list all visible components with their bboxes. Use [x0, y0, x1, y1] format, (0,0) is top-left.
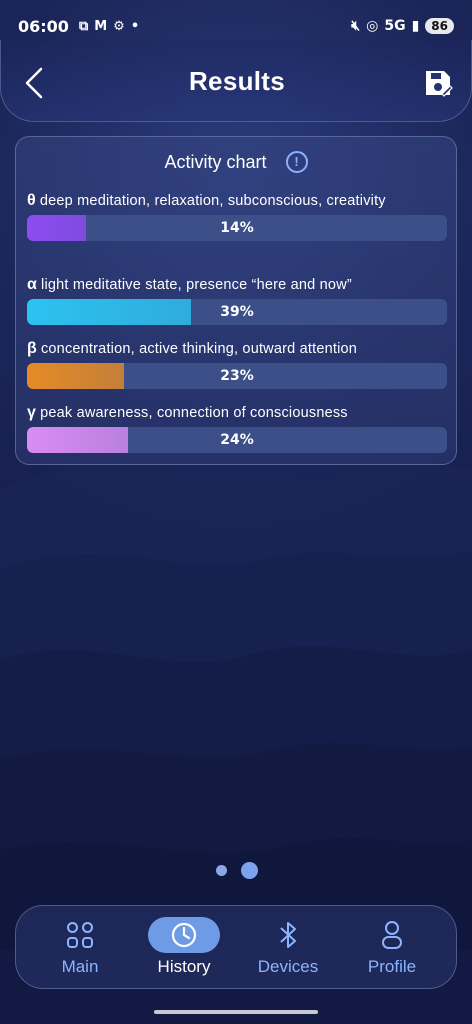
page-title: Results [188, 66, 286, 96]
wave-label: γ peak awareness, connection of conscious… [27, 403, 447, 423]
nav-label: Devices [257, 957, 319, 976]
nav-item-profile[interactable]: Profile [347, 917, 437, 977]
wave-symbol: α [27, 276, 38, 293]
progress-bar: 39% [27, 299, 447, 325]
wave-row-alpha: α light meditative state, presence “here … [27, 275, 447, 325]
progress-percent: 39% [220, 304, 254, 320]
status-time: 06:00 [18, 16, 69, 36]
notification-icons: ⧉ M ⚙ • [79, 19, 139, 34]
nav-label: Profile [367, 957, 417, 976]
network-label: 5G [384, 18, 406, 34]
info-icon[interactable]: ! [285, 151, 308, 174]
dot-icon: • [130, 18, 140, 34]
chart-title: Activity chart ! [16, 151, 456, 174]
page-indicator [216, 862, 258, 879]
clock-icon [148, 917, 220, 953]
wave-symbol: β [27, 340, 37, 357]
progress-bar: 24% [27, 427, 447, 453]
wave-label: α light meditative state, presence “here … [27, 275, 447, 295]
wave-description: light meditative state, presence “here a… [41, 277, 352, 293]
bottom-nav: Main History Devices Profile [15, 905, 457, 989]
progress-percent: 24% [220, 432, 254, 448]
header: Results [0, 40, 472, 122]
chart-title-text: Activity chart [164, 151, 267, 172]
wave-row-theta: θ deep meditation, relaxation, subconscio… [27, 191, 447, 241]
screenshot-icon: ⧉ [78, 18, 89, 34]
wave-label: β concentration, active thinking, outward… [27, 339, 447, 359]
page-dot-active[interactable] [241, 862, 258, 879]
mute-icon: 🔇︎ [351, 18, 361, 34]
progress-percent: 23% [220, 368, 254, 384]
nav-label: History [157, 957, 211, 976]
nav-label: Main [61, 957, 99, 976]
bluetooth-icon [252, 917, 324, 953]
wave-symbol: γ [27, 404, 37, 421]
nav-item-main[interactable]: Main [35, 917, 125, 977]
wave-row-gamma: γ peak awareness, connection of conscious… [27, 403, 447, 453]
wave-description: deep meditation, relaxation, subconsciou… [39, 193, 386, 209]
wifi-icon: ◎ [366, 18, 379, 34]
progress-percent: 14% [220, 220, 254, 236]
wave-row-beta: β concentration, active thinking, outward… [27, 339, 447, 389]
progress-bar: 23% [27, 363, 447, 389]
wave-symbol: θ [27, 192, 36, 209]
save-icon[interactable] [423, 68, 453, 98]
app-icon: ⚙ [113, 18, 125, 34]
page-dot[interactable] [216, 865, 227, 876]
battery-indicator: 86 [425, 18, 454, 34]
person-icon [356, 917, 428, 953]
progress-bar: 14% [27, 215, 447, 241]
nav-item-devices[interactable]: Devices [243, 917, 333, 977]
grid-icon [44, 917, 116, 953]
wave-label: θ deep meditation, relaxation, subconscio… [27, 191, 447, 211]
nav-item-history[interactable]: History [139, 917, 229, 977]
wave-description: peak awareness, connection of consciousn… [40, 405, 348, 421]
home-indicator[interactable] [154, 1010, 318, 1014]
activity-chart-card: Activity chart ! θ deep meditation, relax… [15, 136, 457, 465]
mail-icon: M [94, 18, 108, 34]
signal-icon: ▮ [411, 18, 420, 34]
wave-description: concentration, active thinking, outward … [40, 341, 358, 357]
